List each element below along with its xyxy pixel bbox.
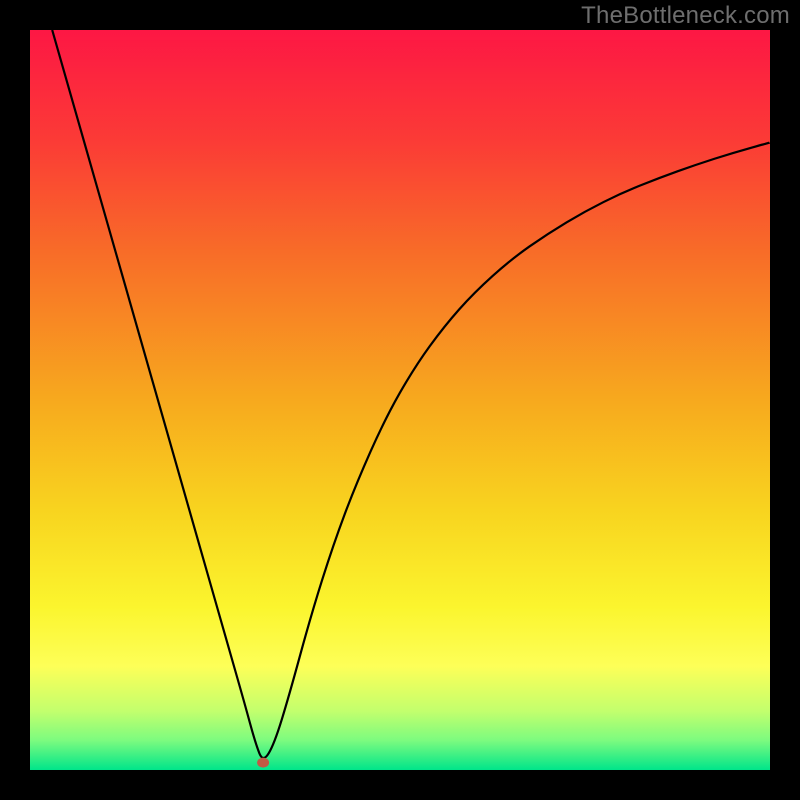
bottleneck-chart xyxy=(0,0,800,800)
chart-container: TheBottleneck.com xyxy=(0,0,800,800)
minimum-point-marker xyxy=(257,758,269,768)
chart-background-gradient xyxy=(30,30,770,770)
watermark-text: TheBottleneck.com xyxy=(581,2,790,30)
